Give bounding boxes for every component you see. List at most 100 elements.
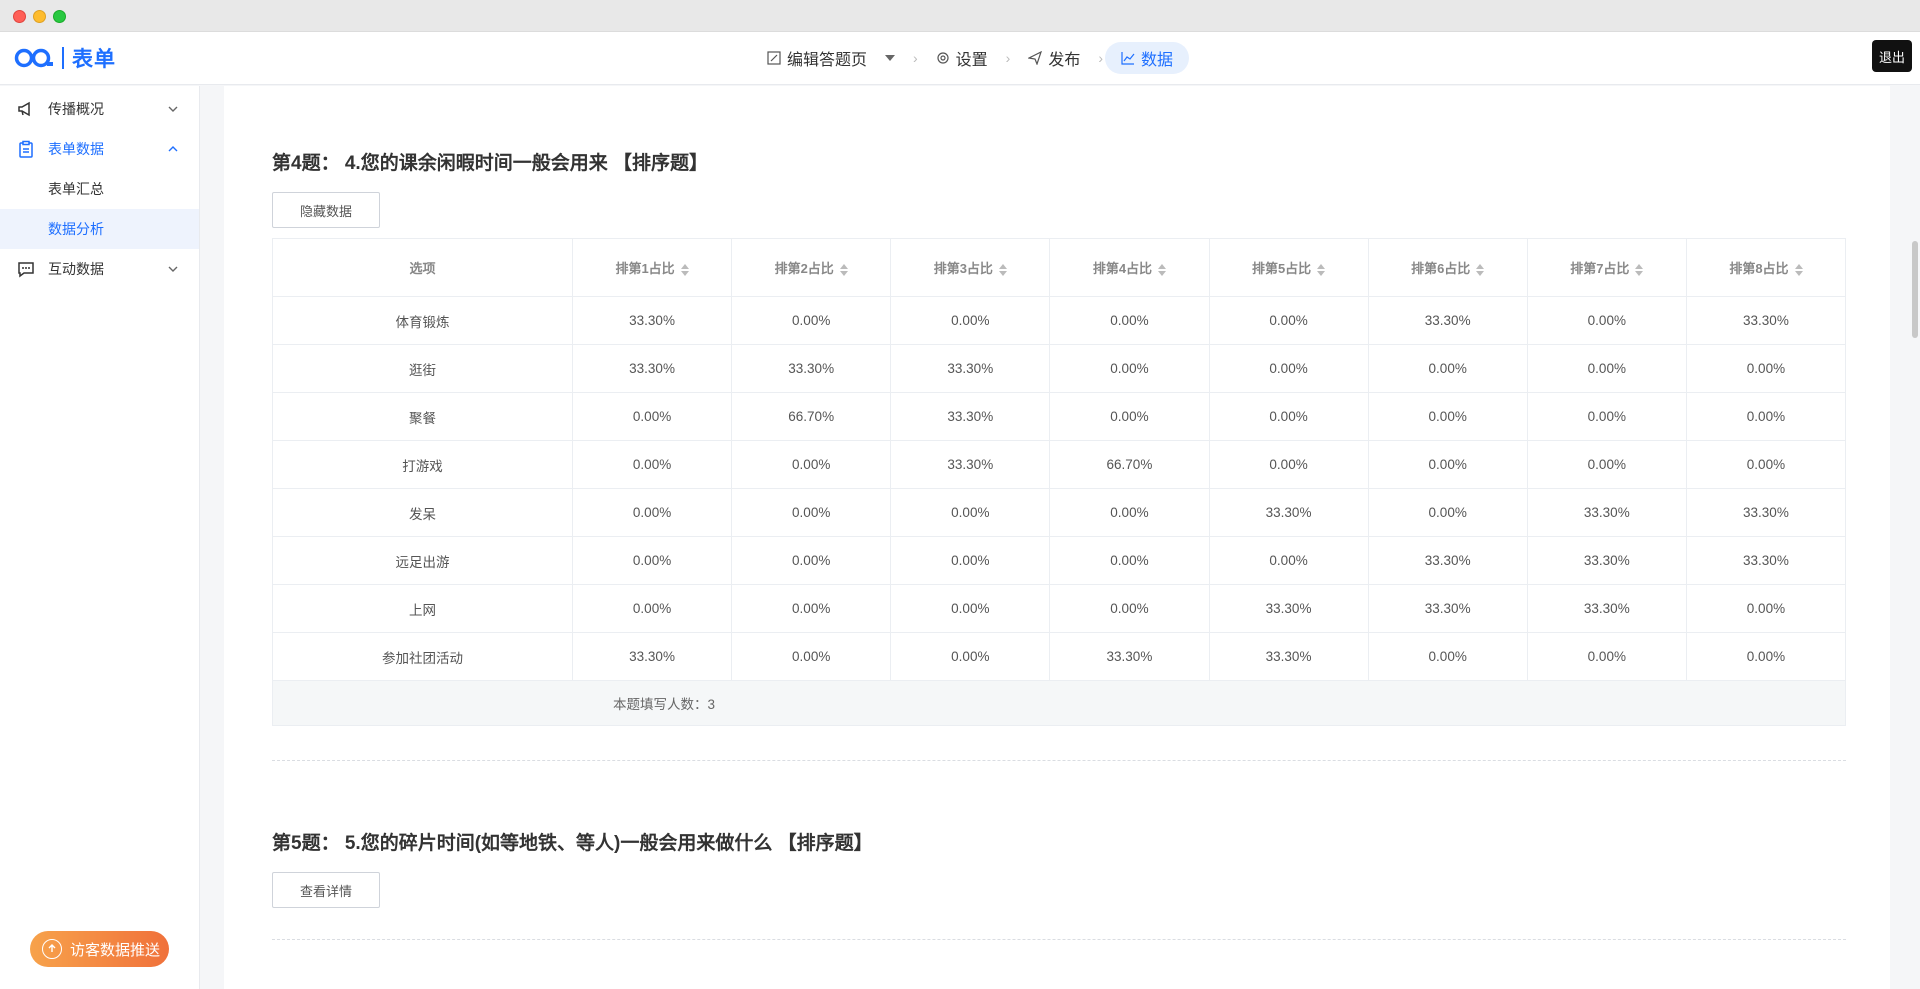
percent-cell: 0.00% — [1049, 296, 1210, 345]
sort-icon[interactable] — [1158, 263, 1167, 276]
step-edit-page[interactable]: 编辑答题页 — [751, 42, 911, 74]
column-header-rank-8[interactable]: 排第8占比 — [1685, 238, 1847, 297]
sort-icon[interactable] — [680, 263, 689, 276]
percent-cell: 33.30% — [571, 632, 733, 681]
percent-cell: 0.00% — [1208, 440, 1369, 489]
chevron-down-icon — [168, 106, 178, 112]
sidebar-item-spread[interactable]: 传播概况 — [0, 89, 199, 129]
percent-cell: 0.00% — [1367, 392, 1528, 441]
percent-cell: 0.00% — [1208, 392, 1369, 441]
percent-cell: 0.00% — [1367, 440, 1528, 489]
edit-icon — [767, 51, 781, 65]
percent-cell: 33.30% — [1685, 488, 1847, 537]
maximize-window-button[interactable] — [53, 10, 66, 23]
percent-cell: 33.30% — [1367, 536, 1528, 585]
hide-data-button[interactable]: 隐藏数据 — [272, 192, 380, 228]
step-label: 数据 — [1141, 52, 1174, 69]
workflow-steps: 编辑答题页 › 设置 › 发布 › 数据 — [0, 42, 1920, 74]
sidebar-item-form-data[interactable]: 表单数据 — [0, 129, 199, 169]
column-header-rank-6[interactable]: 排第6占比 — [1367, 238, 1528, 297]
option-cell: 逛街 — [272, 344, 573, 393]
percent-cell: 33.30% — [571, 344, 733, 393]
chevron-down-icon[interactable] — [884, 55, 895, 61]
step-publish[interactable]: 发布 — [1012, 42, 1096, 74]
column-header-rank-4[interactable]: 排第4占比 — [1049, 238, 1210, 297]
clipboard-icon — [16, 139, 36, 159]
visitor-data-push-button[interactable]: 访客数据推送 — [30, 931, 169, 967]
percent-cell: 66.70% — [731, 392, 892, 441]
percent-cell: 0.00% — [1685, 440, 1847, 489]
percent-cell: 33.30% — [890, 344, 1051, 393]
column-header-label: 排第8占比 — [1729, 261, 1789, 276]
percent-cell: 0.00% — [1526, 440, 1687, 489]
percent-cell: 33.30% — [1208, 488, 1369, 537]
step-data[interactable]: 数据 — [1105, 42, 1190, 74]
percent-cell: 33.30% — [890, 392, 1051, 441]
percent-cell: 0.00% — [1208, 296, 1369, 345]
sidebar-item-label: 传播概况 — [48, 101, 104, 117]
push-icon — [42, 939, 62, 959]
scrollbar-thumb[interactable] — [1912, 241, 1918, 338]
minimize-window-button[interactable] — [33, 10, 46, 23]
step-settings[interactable]: 设置 — [920, 42, 1004, 74]
sidebar-subitem-form-summary[interactable]: 表单汇总 — [0, 169, 199, 209]
percent-cell: 0.00% — [890, 296, 1051, 345]
sort-icon[interactable] — [1635, 263, 1644, 276]
column-header-label: 排第2占比 — [774, 261, 834, 276]
column-header-label: 排第1占比 — [615, 261, 675, 276]
sort-icon[interactable] — [1476, 263, 1485, 276]
column-header-rank-1[interactable]: 排第1占比 — [571, 238, 733, 297]
percent-cell: 0.00% — [890, 584, 1051, 633]
close-window-button[interactable] — [13, 10, 26, 23]
percent-cell: 0.00% — [890, 536, 1051, 585]
sidebar-item-interaction[interactable]: 互动数据 — [0, 249, 199, 289]
question-5-title: 第5题： 5.您的碎片时间(如等地铁、等人)一般会用来做什么 【排序题】 — [272, 833, 873, 854]
percent-cell: 33.30% — [1526, 536, 1687, 585]
table-row: 上网 0.00% 0.00% 0.00% 0.00% 33.30% 33.30% 33.30%… — [272, 584, 1847, 633]
sidebar-item-label: 互动数据 — [48, 261, 104, 277]
table-footer-row: 本题填写人数：3 — [272, 680, 1846, 726]
chevron-right-icon: › — [1098, 50, 1104, 66]
column-header-rank-7[interactable]: 排第7占比 — [1526, 238, 1687, 297]
percent-cell: 33.30% — [571, 296, 733, 345]
percent-cell: 0.00% — [1208, 344, 1369, 393]
column-header-label: 排第6占比 — [1411, 261, 1471, 276]
percent-cell: 0.00% — [731, 296, 892, 345]
section-divider — [272, 939, 1846, 940]
option-cell: 打游戏 — [272, 440, 573, 489]
percent-cell: 0.00% — [1367, 344, 1528, 393]
column-header-rank-5[interactable]: 排第5占比 — [1208, 238, 1369, 297]
scrollbar[interactable] — [1910, 86, 1920, 989]
column-header-label: 排第7占比 — [1570, 261, 1630, 276]
sidebar-item-label: 表单数据 — [48, 141, 104, 157]
sort-icon[interactable] — [1317, 263, 1326, 276]
sort-icon[interactable] — [998, 263, 1007, 276]
column-header-rank-3[interactable]: 排第3占比 — [890, 238, 1051, 297]
percent-cell: 0.00% — [1049, 584, 1210, 633]
logout-button[interactable]: 退出 — [1872, 40, 1912, 72]
sidebar-subitem-data-analysis[interactable]: 数据分析 — [0, 209, 199, 249]
sidebar: 传播概况 表单数据 表单汇总 数据分析 互动数据 访客数据推送 — [0, 86, 200, 989]
percent-cell: 0.00% — [731, 488, 892, 537]
table-row: 参加社团活动 33.30% 0.00% 0.00% 33.30% 33.30% 0.00% 0… — [272, 632, 1847, 681]
percent-cell: 0.00% — [1685, 584, 1847, 633]
percent-cell: 33.30% — [1208, 632, 1369, 681]
percent-cell: 0.00% — [1049, 344, 1210, 393]
percent-cell: 0.00% — [1685, 392, 1847, 441]
chat-icon — [16, 259, 36, 279]
percent-cell: 33.30% — [1208, 584, 1369, 633]
megaphone-icon — [16, 99, 36, 119]
column-header-label: 排第3占比 — [933, 261, 993, 276]
view-details-button[interactable]: 查看详情 — [272, 872, 380, 908]
sort-icon[interactable] — [839, 263, 848, 276]
percent-cell: 0.00% — [571, 584, 733, 633]
chart-line-icon — [1121, 52, 1135, 65]
percent-cell: 0.00% — [1526, 632, 1687, 681]
table-header-row: 选项 排第1占比 排第2占比 排第3占比 排第4占比 排第5占比 排第6占比 排第7占比 排第8… — [272, 238, 1847, 297]
column-header-rank-2[interactable]: 排第2占比 — [731, 238, 892, 297]
percent-cell: 33.30% — [731, 344, 892, 393]
percent-cell: 0.00% — [1208, 536, 1369, 585]
option-cell: 上网 — [272, 584, 573, 633]
sort-icon[interactable] — [1794, 263, 1803, 276]
percent-cell: 0.00% — [1526, 344, 1687, 393]
